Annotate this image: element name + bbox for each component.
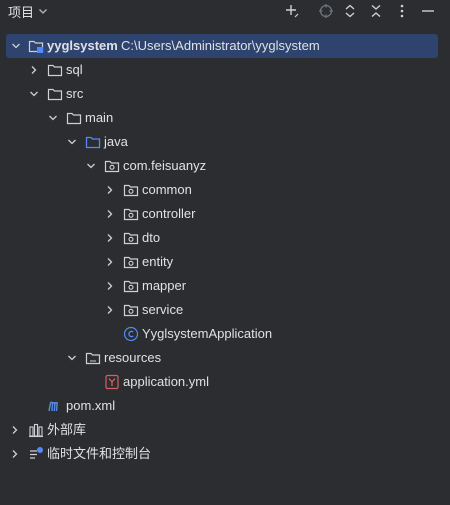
tree-node-package[interactable]: com.feisuanyz: [0, 154, 450, 178]
more-vertical-icon: [400, 4, 404, 18]
chevron-right-icon: [12, 450, 18, 458]
tree-node-root[interactable]: yyglsystem C:\Users\Administrator\yyglsy…: [6, 34, 438, 58]
tree-node-entity[interactable]: entity: [0, 250, 450, 274]
tree-label: controller: [142, 206, 196, 221]
tree-node-resources[interactable]: resources: [0, 346, 450, 370]
chevron-right-icon: [12, 426, 18, 434]
tree-label: common: [142, 182, 192, 197]
tree-label: main: [85, 110, 114, 125]
package-icon: [123, 232, 139, 245]
add-icon: [286, 5, 299, 18]
chevron-right-icon: [107, 306, 113, 314]
tree-node-pom[interactable]: pom.xml: [0, 394, 450, 418]
scratches-icon: [30, 447, 43, 459]
new-file-button[interactable]: [282, 1, 302, 21]
hide-button[interactable]: [418, 1, 438, 21]
tree-label: application.yml: [123, 374, 209, 389]
tree-label: YyglsystemApplication: [142, 326, 273, 341]
package-icon: [123, 256, 139, 269]
project-title: 项目: [8, 4, 35, 20]
locate-file-button[interactable]: [316, 1, 336, 21]
tree-node-scratches[interactable]: 临时文件和控制台: [0, 442, 450, 466]
folder-icon: [47, 64, 63, 77]
chevron-down-icon: [49, 115, 57, 121]
tree-node-application-class[interactable]: YyglsystemApplication: [0, 322, 450, 346]
options-button[interactable]: [392, 1, 412, 21]
resources-folder-icon: [85, 352, 101, 365]
chevron-right-icon: [107, 282, 113, 290]
chevron-down-icon: [39, 9, 47, 14]
tree-label: service: [142, 302, 184, 317]
folder-icon: [66, 112, 82, 125]
source-root-icon: [85, 136, 101, 149]
tree-node-external-libraries[interactable]: 外部库: [0, 418, 450, 442]
class-icon: [123, 326, 139, 342]
package-icon: [123, 208, 139, 221]
tree-label: resources: [104, 350, 162, 365]
tree-node-sql[interactable]: sql: [0, 58, 450, 82]
tree-label: dto: [142, 230, 161, 245]
tree-node-common[interactable]: common: [0, 178, 450, 202]
yaml-file-icon: [105, 374, 119, 390]
package-icon: [104, 160, 120, 173]
chevron-down-icon: [68, 139, 76, 145]
tree-label: com.feisuanyz: [123, 158, 207, 173]
tree-node-service[interactable]: service: [0, 298, 450, 322]
collapse-all-button[interactable]: [366, 1, 386, 21]
tree-label: 外部库: [47, 422, 87, 437]
chevron-right-icon: [107, 210, 113, 218]
tree-node-controller[interactable]: controller: [0, 202, 450, 226]
folder-icon: [47, 88, 63, 101]
chevron-down-icon: [87, 163, 95, 169]
tree-node-main[interactable]: main: [0, 106, 450, 130]
chevron-right-icon: [31, 66, 37, 74]
tree-node-src[interactable]: src: [0, 82, 450, 106]
tree-node-java[interactable]: java: [0, 130, 450, 154]
tree-node-mapper[interactable]: mapper: [0, 274, 450, 298]
package-icon: [123, 184, 139, 197]
tree-node-dto[interactable]: dto: [0, 226, 450, 250]
crosshair-icon: [319, 4, 333, 18]
chevron-down-icon: [68, 355, 76, 361]
tree-label: entity: [142, 254, 174, 269]
tree-label: mapper: [142, 278, 187, 293]
project-tool-window-header: 项目: [0, 0, 450, 22]
tree-label: 临时文件和控制台: [47, 446, 152, 461]
collapse-all-icon: [371, 4, 381, 18]
expand-all-button[interactable]: [340, 1, 360, 21]
tree-label: sql: [66, 62, 83, 77]
project-tree: yyglsystem C:\Users\Administrator\yyglsy…: [0, 34, 450, 466]
expand-all-icon: [345, 4, 355, 18]
chevron-right-icon: [107, 186, 113, 194]
tree-node-application-yml[interactable]: application.yml: [0, 370, 450, 394]
minimize-icon: [422, 10, 434, 12]
chevron-right-icon: [107, 258, 113, 266]
chevron-right-icon: [107, 234, 113, 242]
project-view-selector[interactable]: 项目: [8, 2, 49, 20]
tree-label: pom.xml: [66, 398, 116, 413]
chevron-down-icon: [12, 43, 20, 49]
package-icon: [123, 280, 139, 293]
tree-label: src: [66, 86, 84, 101]
package-icon: [123, 304, 139, 317]
tree-label: java: [104, 134, 128, 149]
module-folder-icon: [28, 40, 44, 53]
maven-icon: [48, 401, 58, 412]
root-path: C:\Users\Administrator\yyglsystem: [121, 38, 320, 53]
chevron-down-icon: [30, 91, 38, 97]
root-name: yyglsystem: [47, 38, 118, 53]
libraries-icon: [29, 423, 43, 438]
